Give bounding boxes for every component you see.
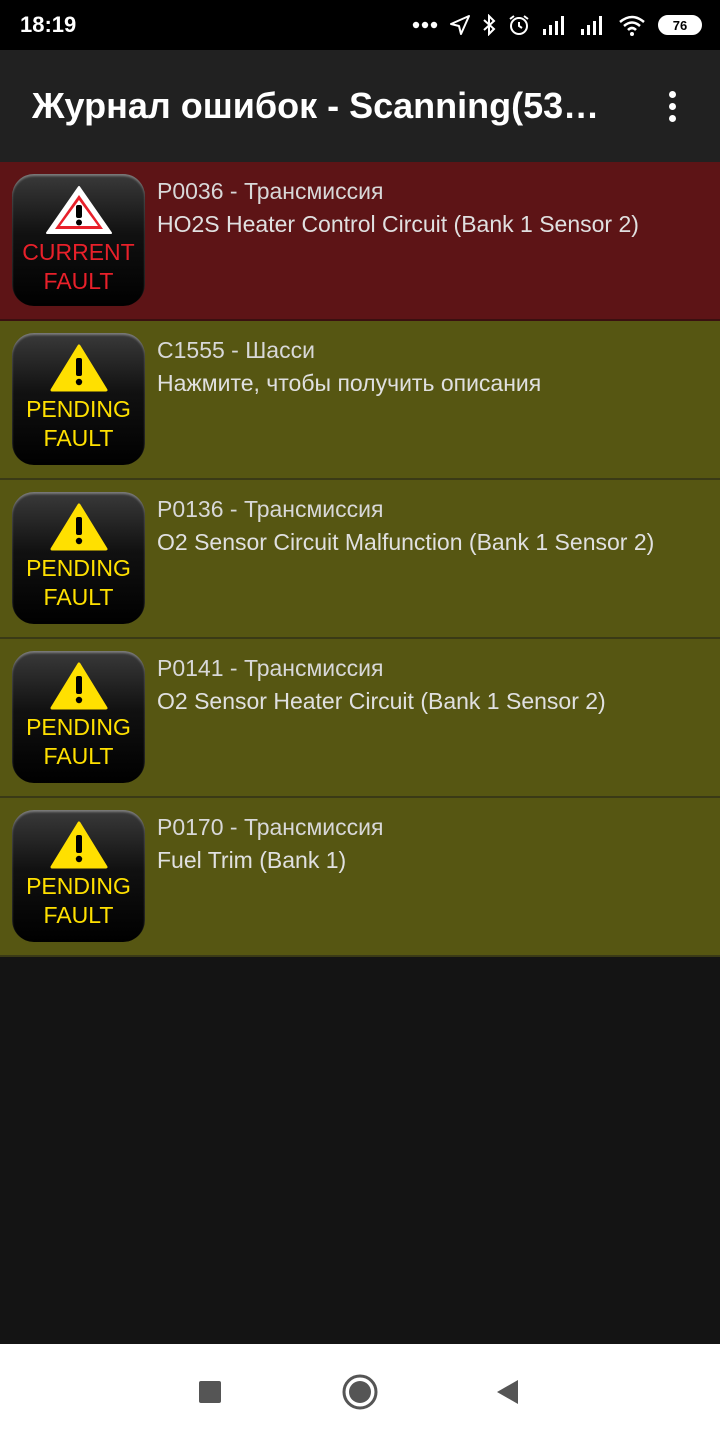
fault-description: HO2S Heater Control Circuit (Bank 1 Sens… [157,211,639,237]
badge-line-2: FAULT [43,743,114,769]
more-dots-icon [412,21,438,29]
navigation-bar [0,1344,720,1440]
back-triangle-icon[interactable] [462,1344,552,1440]
alarm-icon [508,14,530,36]
overflow-menu-icon[interactable] [652,86,692,126]
fault-row-p0141[interactable]: PENDING FAULT P0141 - Трансмиссия O2 Sen… [0,639,720,798]
current-fault-badge-icon: CURRENT FAULT [12,174,145,306]
badge-line-2: FAULT [43,584,114,610]
badge-line-2: FAULT [43,425,114,451]
fault-description: Fuel Trim (Bank 1) [157,847,347,873]
fault-row-c1555[interactable]: PENDING FAULT C1555 - Шасси Нажмите, что… [0,321,720,480]
home-circle-icon[interactable] [315,1344,405,1440]
signal-icon [580,15,606,35]
page-title: Журнал ошибок - Scanning(53… [32,85,600,126]
fault-code: P0036 - Трансмиссия [157,178,384,204]
badge-line-1: PENDING [26,873,131,899]
status-time: 18:19 [20,12,77,37]
fault-row-p0036[interactable]: CURRENT FAULT P0036 - Трансмиссия HO2S H… [0,162,720,321]
signal-icon [542,15,568,35]
fault-code: C1555 - Шасси [157,337,315,363]
fault-description: Нажмите, чтобы получить описания [157,370,542,396]
badge-line-1: PENDING [26,396,131,422]
badge-line-1: CURRENT [22,239,135,265]
fault-row-p0170[interactable]: PENDING FAULT P0170 - Трансмиссия Fuel T… [0,798,720,957]
bluetooth-icon [482,14,496,36]
fault-code: P0141 - Трансмиссия [157,655,384,681]
app-bar: Журнал ошибок - Scanning(53… [0,50,720,162]
fault-list: CURRENT FAULT P0036 - Трансмиссия HO2S H… [0,162,720,957]
wifi-icon [618,14,646,36]
fault-code: P0136 - Трансмиссия [157,496,384,522]
badge-line-1: PENDING [26,555,131,581]
fault-row-p0136[interactable]: PENDING FAULT P0136 - Трансмиссия O2 Sen… [0,480,720,639]
battery-icon: 76 [658,15,702,35]
fault-description: O2 Sensor Heater Circuit (Bank 1 Sensor … [157,688,606,714]
pending-fault-badge-icon: PENDING FAULT [12,651,145,783]
pending-fault-badge-icon: PENDING FAULT [12,810,145,942]
status-bar: 18:19 76 [0,0,720,50]
fault-description: O2 Sensor Circuit Malfunction (Bank 1 Se… [157,529,655,555]
pending-fault-badge-icon: PENDING FAULT [12,333,145,465]
badge-line-1: PENDING [26,714,131,740]
pending-fault-badge-icon: PENDING FAULT [12,492,145,624]
status-icons: 76 [412,14,702,36]
badge-line-2: FAULT [43,268,114,294]
badge-line-2: FAULT [43,902,114,928]
recents-square-icon[interactable] [165,1344,255,1440]
location-arrow-icon [450,15,470,35]
fault-code: P0170 - Трансмиссия [157,814,384,840]
